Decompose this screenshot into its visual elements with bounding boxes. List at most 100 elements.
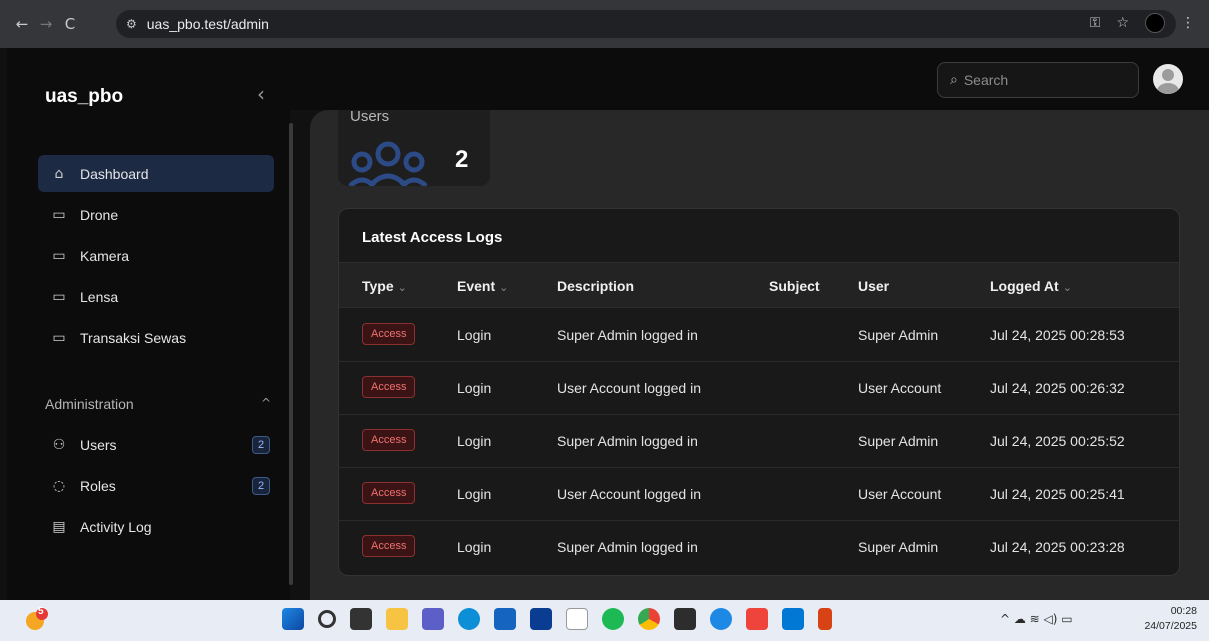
teams-icon[interactable] [422, 608, 444, 630]
event-cell: Login [457, 433, 492, 449]
admin-app: uas_pbo ‹ ⌂ Dashboard ▭ Drone ▭ Kamera ▭… [0, 48, 1209, 600]
sidebar-item-lensa[interactable]: ▭ Lensa [38, 278, 274, 315]
collapse-sidebar-icon[interactable]: ‹ [257, 82, 265, 106]
sidebar-item-label: Users [80, 436, 117, 453]
type-badge: Access [362, 323, 416, 345]
event-cell: Login [457, 380, 492, 396]
topbar: ⌕ Search [290, 48, 1209, 110]
edge-icon[interactable] [458, 608, 480, 630]
taskbar-apps [282, 608, 832, 630]
count-badge: 2 [252, 477, 270, 495]
search-input[interactable]: ⌕ Search [937, 62, 1139, 98]
site-settings-icon[interactable]: ⚙ [126, 17, 137, 31]
description-cell: Super Admin logged in [557, 539, 698, 555]
anydesk-icon[interactable] [746, 608, 768, 630]
sidebar-item-label: Drone [80, 206, 119, 223]
weather-icon[interactable] [24, 606, 50, 632]
windows-start-icon[interactable] [282, 608, 304, 630]
column-type[interactable]: Type ⌄ [362, 278, 407, 294]
profile-icon[interactable] [1145, 13, 1165, 33]
user-cell: Super Admin [858, 539, 939, 555]
event-cell: Login [457, 327, 492, 343]
store-icon[interactable] [494, 608, 516, 630]
app-icon[interactable] [710, 608, 732, 630]
folder-icon: ▭ [52, 288, 66, 305]
chevron-up-icon[interactable]: ^ [261, 396, 271, 410]
user-cell: User Account [858, 486, 942, 502]
sidebar-item-users[interactable]: ⚇ Users 2 [38, 426, 274, 463]
logged-at-cell: Jul 24, 2025 00:26:32 [990, 380, 1125, 396]
browser-toolbar: ← → C ⚙ uas_pbo.test/admin ⚿ ☆ ⋮ [0, 0, 1209, 48]
spotify-icon[interactable] [602, 608, 624, 630]
sidebar-item-roles[interactable]: ◌ Roles 2 [38, 467, 274, 504]
user-cell: User Account [858, 380, 942, 396]
file-explorer-icon[interactable] [386, 608, 408, 630]
sidebar-item-label: Kamera [80, 247, 130, 264]
description-cell: Super Admin logged in [557, 433, 698, 449]
reload-icon[interactable]: C [58, 15, 82, 33]
avatar[interactable] [1153, 64, 1183, 94]
os-taskbar: 5 ^ ☁ ≋ ◁) ▭ 00:28 24/07/2025 [0, 600, 1209, 641]
key-icon[interactable]: ⚿ [1090, 15, 1101, 31]
system-clock[interactable]: 00:28 24/07/2025 [1144, 604, 1197, 634]
table-row[interactable]: Access Login User Account logged in User… [339, 362, 1179, 415]
sidebar-item-dashboard[interactable]: ⌂ Dashboard [38, 155, 274, 192]
shield-check-icon: ◌ [52, 477, 66, 494]
type-badge: Access [362, 482, 416, 504]
column-description: Description [557, 278, 635, 294]
sidebar-item-activity-log[interactable]: ▤ Activity Log [38, 508, 274, 545]
chrome-icon[interactable] [638, 608, 660, 630]
sidebar-item-label: Dashboard [80, 165, 149, 182]
brand-name[interactable]: uas_pbo [45, 86, 123, 108]
dropbox-icon[interactable] [530, 608, 552, 630]
main-content: Users 2 Latest Access Logs Type ⌄ Event … [310, 110, 1209, 600]
event-cell: Login [457, 486, 492, 502]
administration-group-label[interactable]: Administration [45, 396, 134, 412]
sort-icon: ⌄ [397, 281, 407, 294]
back-icon[interactable]: ← [10, 15, 34, 33]
search-icon[interactable] [318, 610, 336, 628]
description-cell: Super Admin logged in [557, 327, 698, 343]
table-row[interactable]: Access Login User Account logged in User… [339, 468, 1179, 521]
card-title: Latest Access Logs [362, 229, 503, 246]
sidebar-item-kamera[interactable]: ▭ Kamera [38, 237, 274, 274]
terminal-icon[interactable] [674, 608, 696, 630]
table-header: Type ⌄ Event ⌄ Description Subject User Lo… [339, 262, 1179, 308]
vscode-icon[interactable] [782, 608, 804, 630]
system-tray[interactable]: ^ ☁ ≋ ◁) ▭ [1000, 612, 1073, 626]
star-icon[interactable]: ☆ [1116, 15, 1129, 31]
column-event[interactable]: Event ⌄ [457, 278, 508, 294]
users-stat-card[interactable]: Users 2 [338, 110, 490, 186]
table-row[interactable]: Access Login Super Admin logged in Super… [339, 521, 1179, 574]
table-row[interactable]: Access Login Super Admin logged in Super… [339, 309, 1179, 362]
document-icon: ▤ [52, 518, 66, 535]
task-view-icon[interactable] [350, 608, 372, 630]
users-icon [348, 141, 428, 186]
logged-at-cell: Jul 24, 2025 00:25:41 [990, 486, 1125, 502]
logged-at-cell: Jul 24, 2025 00:28:53 [990, 327, 1125, 343]
type-badge: Access [362, 535, 416, 557]
weather-badge: 5 [38, 606, 44, 617]
url-text[interactable]: uas_pbo.test/admin [147, 16, 269, 32]
browser-actions: ⚿ ☆ ⋮ [1090, 13, 1195, 33]
column-subject: Subject [769, 278, 820, 294]
clock-date: 24/07/2025 [1144, 620, 1197, 632]
snipping-tool-icon[interactable] [818, 608, 832, 630]
amazon-icon[interactable] [566, 608, 588, 630]
menu-icon[interactable]: ⋮ [1181, 15, 1195, 31]
type-badge: Access [362, 376, 416, 398]
sidebar-item-drone[interactable]: ▭ Drone [38, 196, 274, 233]
sidebar-scrollbar[interactable] [289, 123, 293, 585]
address-bar[interactable]: ⚙ uas_pbo.test/admin [116, 10, 1176, 38]
stat-value: 2 [455, 146, 469, 173]
sidebar-item-label: Transaksi Sewas [80, 329, 187, 346]
forward-icon[interactable]: → [34, 15, 58, 33]
table-row[interactable]: Access Login Super Admin logged in Super… [339, 415, 1179, 468]
event-cell: Login [457, 539, 492, 555]
sidebar-item-transaksi-sewas[interactable]: ▭ Transaksi Sewas [38, 319, 274, 356]
type-badge: Access [362, 429, 416, 451]
sidebar-item-label: Activity Log [80, 518, 152, 535]
stat-label: Users [350, 110, 390, 125]
column-logged-at[interactable]: Logged At ⌄ [990, 278, 1072, 294]
folder-icon: ▭ [52, 247, 66, 264]
